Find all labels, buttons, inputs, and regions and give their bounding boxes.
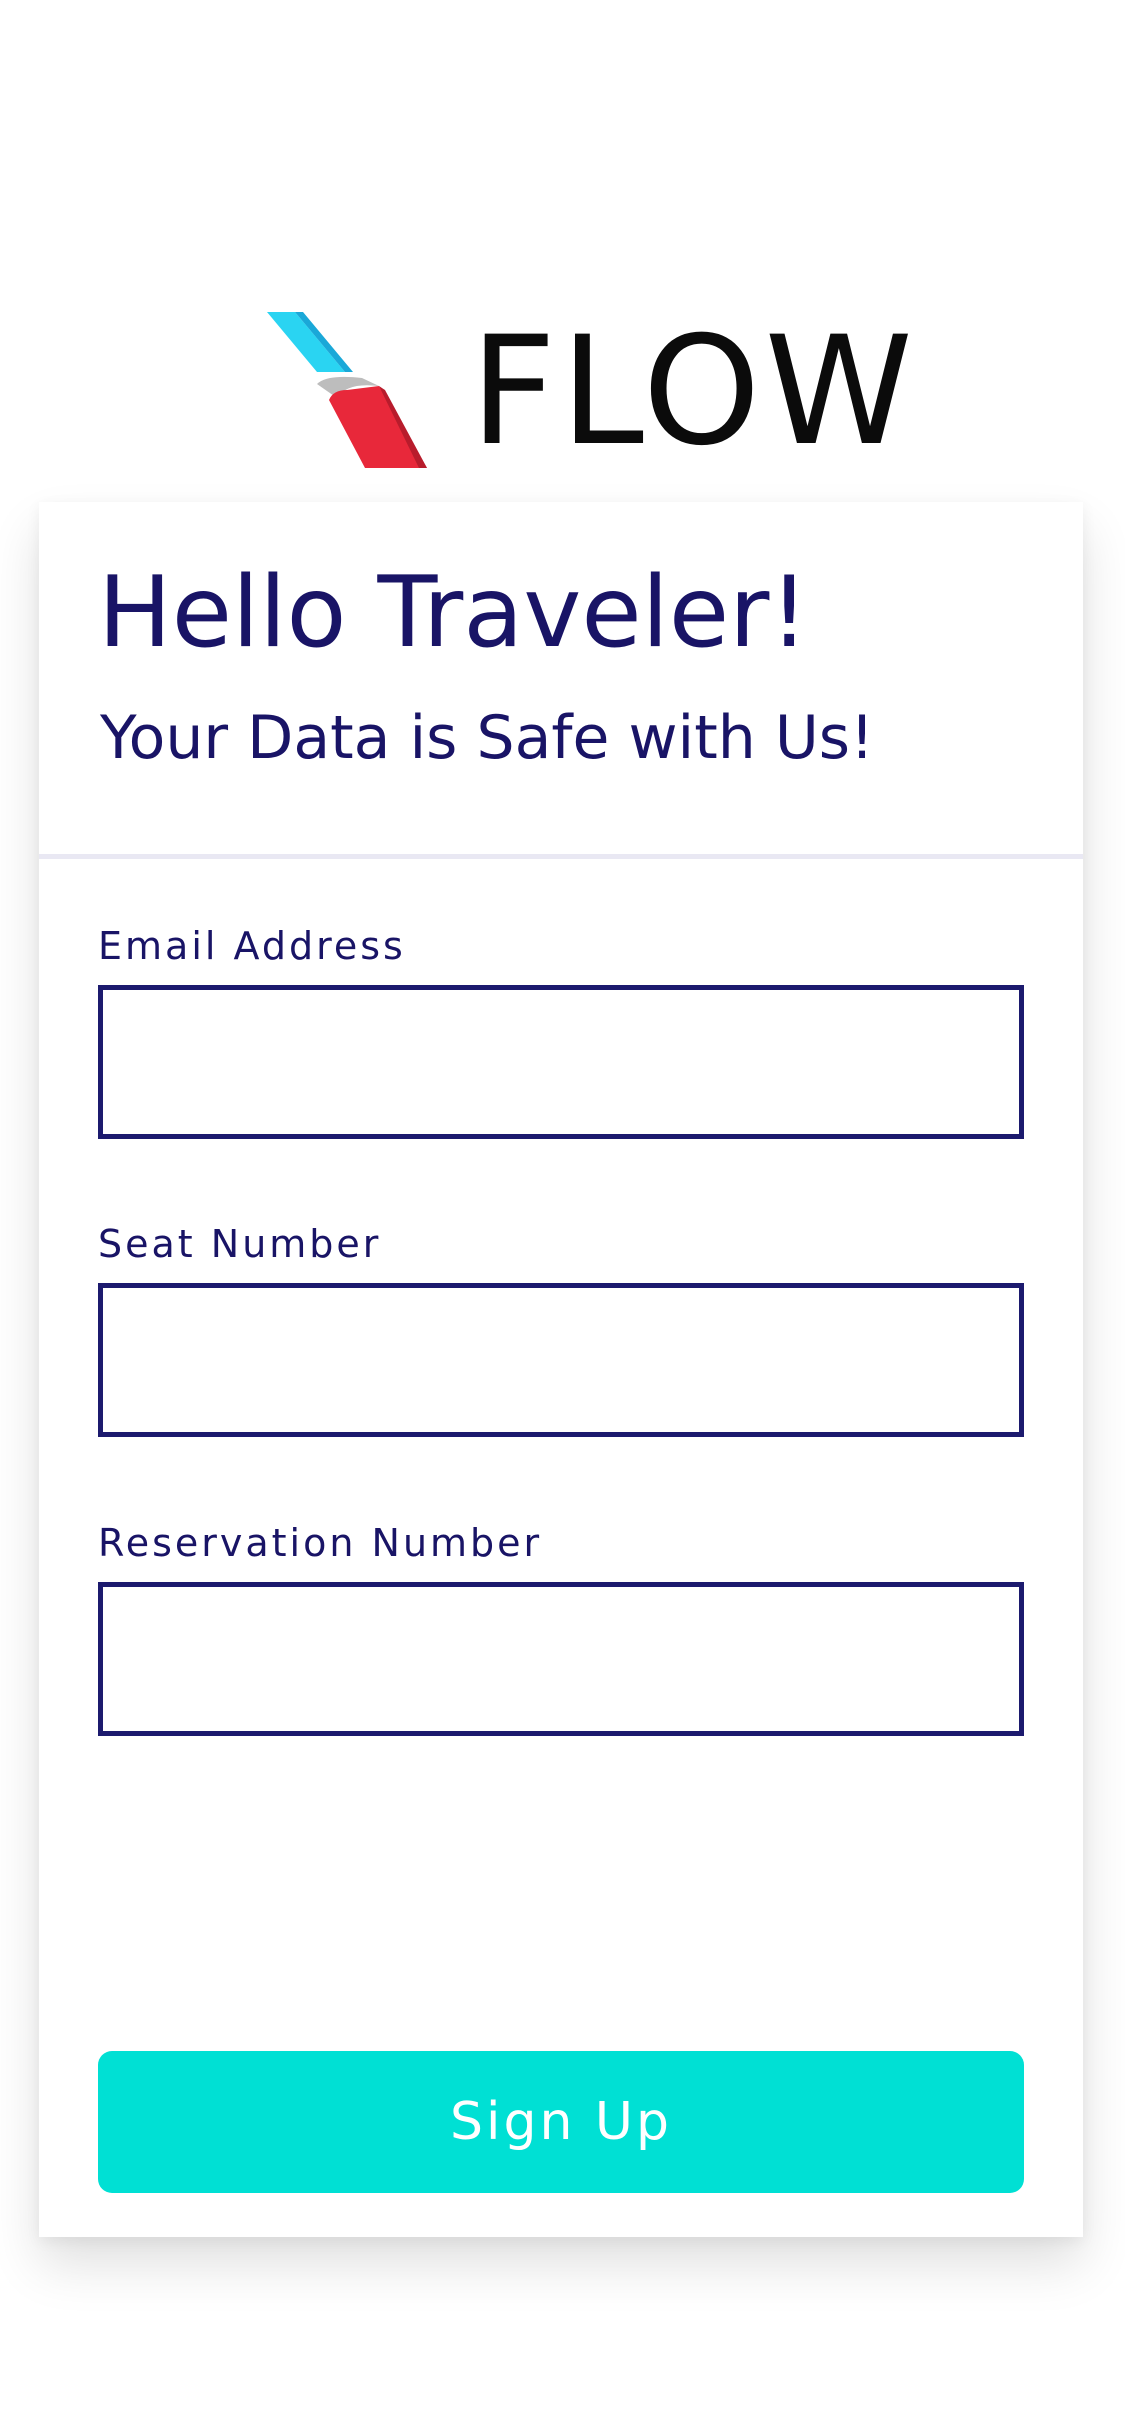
- app-logo: FLOW: [267, 312, 913, 472]
- brand-name: FLOW: [470, 305, 917, 479]
- seat-number-label: Seat Number: [98, 1222, 382, 1266]
- tail-fin-icon: [267, 312, 427, 468]
- greeting-title: Hello Traveler!: [98, 556, 809, 670]
- reservation-number-field[interactable]: [98, 1582, 1024, 1736]
- signup-card: Hello Traveler! Your Data is Safe with U…: [39, 502, 1083, 2237]
- email-field[interactable]: [98, 985, 1024, 1139]
- sign-up-button[interactable]: Sign Up: [98, 2051, 1024, 2193]
- reservation-number-label: Reservation Number: [98, 1521, 543, 1565]
- email-label: Email Address: [98, 924, 406, 968]
- seat-number-field[interactable]: [98, 1283, 1024, 1437]
- card-header: Hello Traveler! Your Data is Safe with U…: [39, 502, 1083, 859]
- subtitle-text: Your Data is Safe with Us!: [100, 703, 875, 773]
